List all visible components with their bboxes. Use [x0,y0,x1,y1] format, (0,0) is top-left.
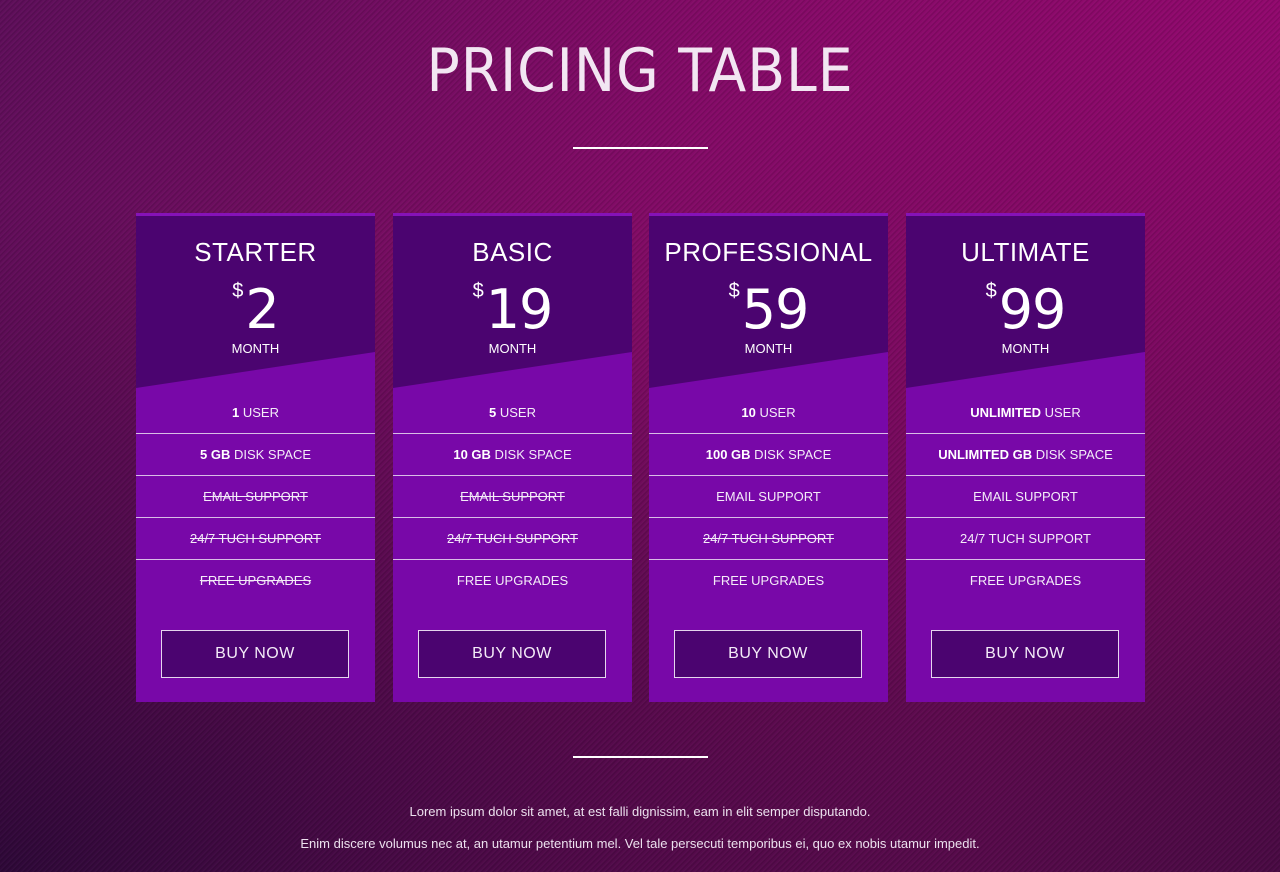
feature-item: 10 USER [649,392,888,434]
billing-period: MONTH [231,341,280,356]
feature-item: 100 GB DISK SPACE [649,434,888,476]
feature-item: FREE UPGRADES [969,573,1082,588]
feature-list: UNLIMITED USER UNLIMITED GB DISK SPACE E… [906,392,1145,602]
feature-item: FREE UPGRADES [712,573,825,588]
price-amount: 19 [485,278,554,341]
plan-price: $2 [136,280,375,340]
feature-item: EMAIL SUPPORT [649,476,888,518]
feature-list: 5 USER 10 GB DISK SPACE EMAIL SUPPORT 24… [393,392,632,602]
feature-item: 24/7 TUCH SUPPORT [393,518,632,560]
plan-price: $59 [649,280,888,340]
feature-item: EMAIL SUPPORT [136,476,375,518]
feature-item: EMAIL SUPPORT [906,476,1145,518]
feature-list: 1 USER 5 GB DISK SPACE EMAIL SUPPORT 24/… [136,392,375,602]
feature-item: 24/7 TUCH SUPPORT [136,518,375,560]
plan-name: ULTIMATE [961,237,1090,267]
plan-price: $99 [906,280,1145,340]
buy-now-button[interactable]: BUY NOW [674,630,862,678]
page-title: PRICING TABLE [426,36,854,106]
price-amount: 59 [741,278,810,341]
currency-symbol: $ [232,280,244,302]
footer-divider [573,756,708,758]
feature-item: 1 USER [136,392,375,434]
feature-item: 5 GB DISK SPACE [136,434,375,476]
billing-period: MONTH [744,341,793,356]
feature-item: 24/7 TUCH SUPPORT [649,518,888,560]
pricing-card-starter: STARTER $2 MONTH 1 USER 5 GB DISK SPACE … [136,213,375,702]
title-divider [573,147,708,149]
feature-item: FREE UPGRADES [456,573,569,588]
feature-item: 5 USER [393,392,632,434]
plan-name: STARTER [194,237,317,267]
currency-symbol: $ [472,280,484,302]
plan-name: PROFESSIONAL [664,237,873,267]
plan-price: $19 [393,280,632,340]
pricing-card-ultimate: ULTIMATE $99 MONTH UNLIMITED USER UNLIMI… [906,213,1145,702]
footer-text-line-1: Lorem ipsum dolor sit amet, at est falli… [409,804,871,819]
footer-text-line-2: Enim discere volumus nec at, an utamur p… [300,836,980,851]
pricing-card-professional: PROFESSIONAL $59 MONTH 10 USER 100 GB DI… [649,213,888,702]
feature-item: UNLIMITED GB DISK SPACE [906,434,1145,476]
feature-item: 24/7 TUCH SUPPORT [906,518,1145,560]
feature-list: 10 USER 100 GB DISK SPACE EMAIL SUPPORT … [649,392,888,602]
billing-period: MONTH [1001,341,1050,356]
plan-name: BASIC [472,237,553,267]
feature-item: EMAIL SUPPORT [393,476,632,518]
billing-period: MONTH [488,341,537,356]
feature-item: FREE UPGRADES [199,573,312,588]
buy-now-button[interactable]: BUY NOW [418,630,606,678]
price-amount: 99 [998,278,1067,341]
feature-item: UNLIMITED USER [906,392,1145,434]
feature-item: 10 GB DISK SPACE [393,434,632,476]
currency-symbol: $ [985,280,997,302]
buy-now-button[interactable]: BUY NOW [931,630,1119,678]
buy-now-button[interactable]: BUY NOW [161,630,349,678]
price-amount: 2 [245,278,279,341]
currency-symbol: $ [728,280,740,302]
pricing-card-basic: BASIC $19 MONTH 5 USER 10 GB DISK SPACE … [393,213,632,702]
